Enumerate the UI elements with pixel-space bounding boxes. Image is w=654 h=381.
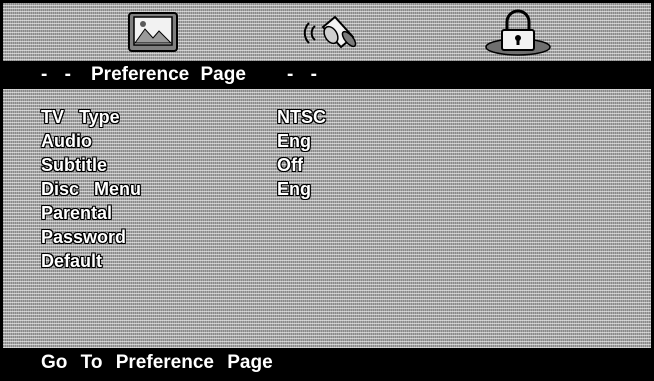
- picture-settings-icon[interactable]: [127, 9, 179, 57]
- menu-item-label: Default: [41, 251, 103, 271]
- menu-item-label: Disc Menu: [41, 179, 142, 199]
- category-icon-row: [3, 3, 651, 59]
- preference-menu: TV Type NTSC Audio Eng Subtitle Off Disc…: [3, 105, 651, 273]
- menu-item-label: Parental: [41, 203, 113, 223]
- menu-item-value: Eng: [277, 131, 311, 151]
- menu-item-label: Password: [41, 227, 127, 247]
- menu-item-audio[interactable]: Audio Eng: [3, 129, 651, 153]
- menu-item-value: NTSC: [277, 107, 326, 127]
- status-bar: Go To Preference Page: [3, 348, 651, 378]
- menu-item-tv-type[interactable]: TV Type NTSC: [3, 105, 651, 129]
- menu-item-parental[interactable]: Parental: [3, 201, 651, 225]
- title-dash-left: - -: [41, 64, 77, 85]
- status-text: Go To Preference Page: [41, 352, 273, 373]
- menu-item-label: Subtitle: [41, 155, 107, 175]
- menu-item-value: Eng: [277, 179, 311, 199]
- menu-item-default[interactable]: Default: [3, 249, 651, 273]
- page-title-bar: - - Preference Page - -: [3, 61, 651, 89]
- osd-screen: - - Preference Page - - TV Type NTSC Aud…: [0, 0, 654, 381]
- menu-item-label: Audio: [41, 131, 92, 151]
- menu-item-subtitle[interactable]: Subtitle Off: [3, 153, 651, 177]
- menu-item-password[interactable]: Password: [3, 225, 651, 249]
- menu-item-label: TV Type: [41, 107, 120, 127]
- menu-item-disc-menu[interactable]: Disc Menu Eng: [3, 177, 651, 201]
- title-dash-right: - -: [287, 64, 323, 85]
- menu-item-value: Off: [277, 155, 303, 175]
- audio-speaker-icon[interactable]: [301, 9, 365, 57]
- lock-preference-icon[interactable]: [483, 9, 553, 57]
- page-title: Preference Page: [91, 64, 246, 85]
